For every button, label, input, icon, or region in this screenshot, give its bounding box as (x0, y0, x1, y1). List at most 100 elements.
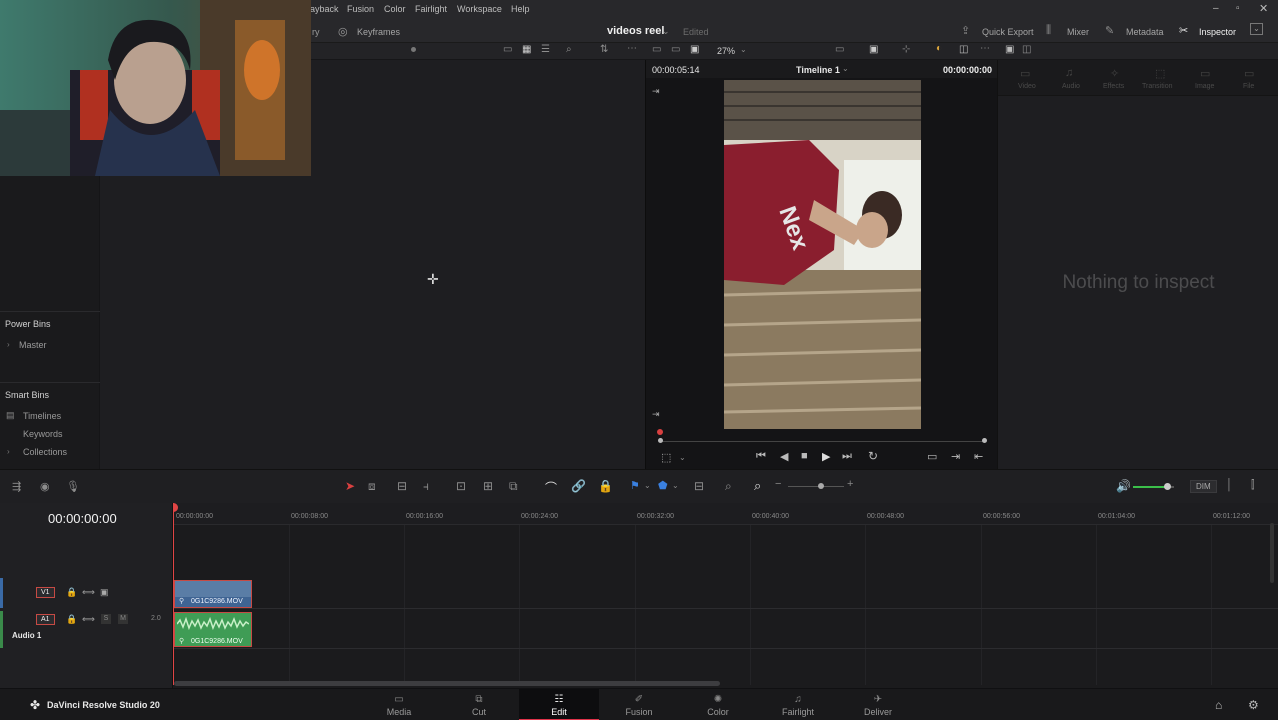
search-icon[interactable]: ⌕ (566, 44, 572, 55)
scrub-end-knob[interactable] (982, 438, 987, 443)
volume-knob[interactable] (1164, 483, 1171, 490)
flag-dropdown-icon[interactable]: ⌄ (644, 481, 651, 490)
insert-clip-icon[interactable]: ⊡ (456, 479, 466, 493)
selection-tool-icon[interactable]: ➤ (345, 479, 355, 493)
restore-icon[interactable]: ▫ (1236, 3, 1240, 14)
detail-zoom-icon[interactable]: ⌕ (725, 479, 732, 494)
overwrite-clip-icon[interactable]: ⊞ (483, 479, 493, 493)
bin-master[interactable]: Master (19, 340, 47, 350)
track-enable-icon[interactable]: ▣ (100, 587, 109, 598)
project-dropdown-icon[interactable]: ⌄ (662, 26, 670, 37)
full-extent-zoom-icon[interactable]: ⊟ (694, 479, 704, 493)
thumbnail-view-icon[interactable]: ▦ (522, 44, 531, 55)
custom-zoom-icon[interactable]: ⌕ (754, 478, 761, 494)
timeline-vertical-scrollbar[interactable] (1270, 523, 1274, 583)
viewer-mode-icon[interactable]: ▭ (652, 44, 661, 55)
tab-effects[interactable]: Effects (1103, 83, 1124, 90)
timeline-name[interactable]: Timeline 1 (796, 65, 840, 75)
quick-export-button[interactable]: Quick Export (982, 27, 1034, 37)
mute-button[interactable]: M (118, 614, 128, 624)
loop-icon[interactable]: ↻ (868, 449, 878, 463)
dynamic-trim-icon[interactable]: ⊟ (397, 479, 407, 493)
viewer-options-icon[interactable]: ▭ (835, 44, 844, 55)
in-point-icon[interactable]: ⇥ (652, 86, 660, 97)
menu-color[interactable]: Color (384, 4, 406, 14)
tab-file[interactable]: File (1243, 83, 1254, 90)
next-edit-icon[interactable]: ⇥ (951, 450, 960, 463)
single-viewer-icon[interactable]: ▣ (690, 44, 699, 55)
keyframes-button[interactable]: Keyframes (357, 27, 400, 37)
tab-video[interactable]: Video (1018, 83, 1036, 90)
view-options-icon[interactable]: ◉ (40, 480, 50, 493)
page-media[interactable]: ▭ Media (359, 689, 439, 720)
bin-timelines[interactable]: Timelines (23, 411, 61, 421)
minimize-icon[interactable]: – (1213, 3, 1219, 14)
crop-icon[interactable]: ⊹ (902, 44, 910, 55)
bin-keywords[interactable]: Keywords (23, 429, 63, 439)
zoom-dropdown-icon[interactable]: ⌄ (740, 45, 747, 54)
track-a1-label[interactable]: A1 (36, 614, 55, 625)
snapping-icon[interactable]: ⌒ (545, 479, 557, 496)
volume-icon[interactable]: 🔊 (1116, 479, 1131, 493)
stop-icon[interactable]: ■ (801, 450, 808, 462)
timeline-playhead[interactable] (173, 503, 174, 685)
record-timecode[interactable]: 00:00:00:00 (943, 65, 992, 75)
split-icon[interactable]: ◫ (1022, 44, 1031, 55)
panel-toggle-icon[interactable]: ▣ (1005, 44, 1014, 55)
blade-tool-icon[interactable]: ⫞ (423, 479, 429, 494)
linked-selection-icon[interactable]: 🔗 (571, 479, 586, 493)
prev-edit-icon[interactable]: ⇤ (974, 450, 983, 463)
zoom-out-icon[interactable]: − (775, 478, 781, 490)
layout-icon[interactable]: ◫ (959, 44, 968, 55)
metadata-view-icon[interactable]: ▭ (503, 44, 512, 55)
audio-meter-icon[interactable]: ⫿ (1251, 479, 1255, 492)
viewer-playhead[interactable] (657, 429, 663, 435)
slider-knob[interactable] (411, 47, 416, 52)
dim-button[interactable]: DIM (1190, 480, 1217, 493)
track-v1-label[interactable]: V1 (36, 587, 55, 598)
timeline-timecode[interactable]: 00:00:00:00 (48, 511, 117, 526)
auto-select-icon[interactable]: ⟺ (82, 614, 95, 625)
fullscreen-icon[interactable]: ▭ (927, 450, 937, 463)
chevron-right-icon[interactable]: › (7, 340, 10, 349)
menu-help[interactable]: Help (511, 4, 530, 14)
solo-button[interactable]: S (101, 614, 111, 624)
sort-icon[interactable]: ⇅ (600, 44, 608, 55)
marker-icon[interactable]: ⬟ (658, 479, 668, 492)
menu-workspace[interactable]: Workspace (457, 4, 502, 14)
menu-fusion[interactable]: Fusion (347, 4, 374, 14)
page-cut[interactable]: ⧉ Cut (439, 689, 519, 720)
lock-track-icon[interactable]: 🔒 (66, 587, 77, 598)
auto-select-icon[interactable]: ⟺ (82, 587, 95, 598)
transform-icon[interactable]: ▣ (869, 44, 878, 55)
page-fusion[interactable]: ✐ Fusion (599, 689, 679, 720)
timeline-dropdown-icon[interactable]: ⌄ (842, 64, 849, 73)
page-fairlight[interactable]: ♫ Fairlight (758, 689, 838, 720)
dual-viewer-icon[interactable]: ▭ (671, 44, 680, 55)
inspector-button[interactable]: Inspector (1199, 27, 1236, 37)
scrub-bar[interactable] (660, 441, 986, 442)
layout-presets-icon[interactable]: ⇶ (12, 480, 21, 493)
menu-fairlight[interactable]: Fairlight (415, 4, 447, 14)
tab-image[interactable]: Image (1195, 83, 1214, 90)
jump-to-start-icon[interactable]: ⏮ (756, 450, 766, 463)
play-icon[interactable]: ▶ (822, 450, 830, 463)
audio-track-name[interactable]: Audio 1 (12, 631, 41, 640)
marker-dropdown-icon[interactable]: ⌄ (672, 481, 679, 490)
more-options-icon[interactable]: ⋯ (627, 43, 637, 54)
play-reverse-icon[interactable]: ◀ (780, 450, 788, 463)
page-deliver[interactable]: ✈ Deliver (838, 689, 918, 720)
jump-to-end-icon[interactable]: ⏭ (842, 450, 852, 463)
close-icon[interactable]: ✕ (1259, 2, 1268, 15)
menu-playback[interactable]: ayback (310, 4, 339, 14)
source-timecode[interactable]: 00:00:05:14 (652, 65, 700, 75)
video-clip[interactable]: ⚲ 0G1C9286.MOV (174, 580, 252, 608)
position-lock-icon[interactable]: 🔒 (598, 479, 613, 493)
audio-clip[interactable]: ⚲ 0G1C9286.MOV (174, 612, 252, 647)
home-icon[interactable]: ⌂ (1215, 698, 1222, 712)
timeline-zoom-knob[interactable] (818, 483, 824, 489)
out-point-icon[interactable]: ⇥ (652, 409, 660, 420)
page-edit[interactable]: ☷ Edit (519, 689, 599, 720)
list-view-icon[interactable]: ☰ (541, 44, 550, 55)
toolbar-left-label[interactable]: ry (312, 27, 320, 37)
